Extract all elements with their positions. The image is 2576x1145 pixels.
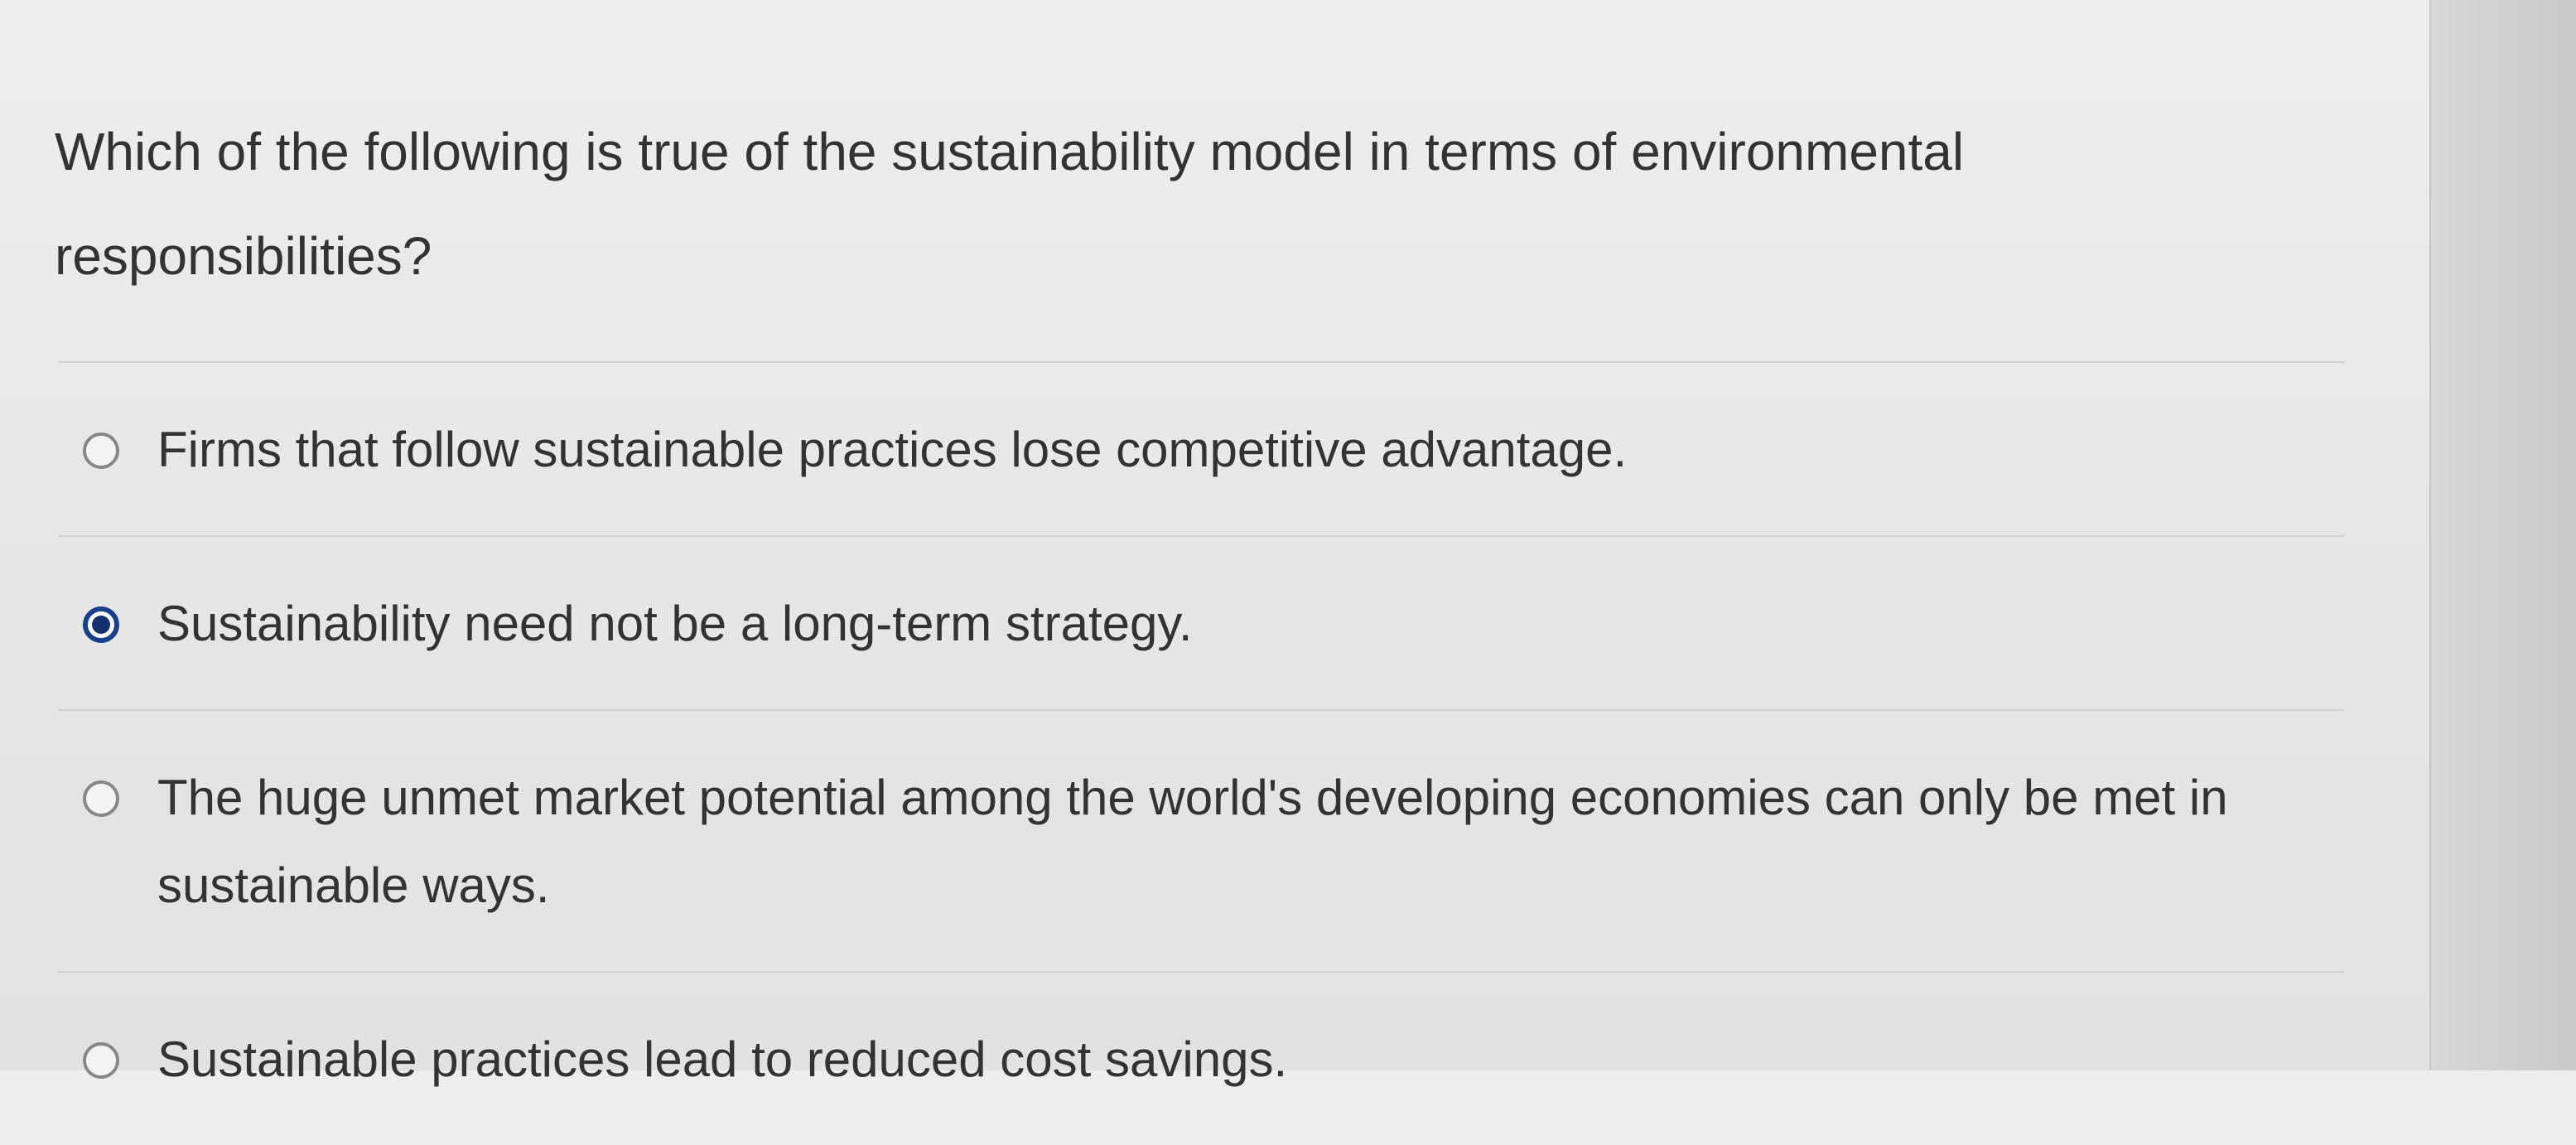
answer-option-label: The huge unmet market potential among th… (157, 770, 2228, 913)
answer-options: Firms that follow sustainable practices … (58, 361, 2344, 1145)
radio-button-selected[interactable] (83, 606, 119, 643)
question-text: Which of the following is true of the su… (55, 122, 1965, 286)
radio-button-unselected[interactable] (83, 1042, 119, 1079)
radio-button-unselected[interactable] (83, 780, 119, 817)
screen-bezel (2429, 0, 2576, 1070)
answer-option-4[interactable]: Sustainable practices lead to reduced co… (58, 971, 2344, 1145)
radio-button-unselected[interactable] (83, 432, 119, 469)
answer-option-1[interactable]: Firms that follow sustainable practices … (58, 361, 2344, 535)
answer-option-3[interactable]: The huge unmet market potential among th… (58, 709, 2344, 971)
quiz-screen: Which of the following is true of the su… (0, 0, 2431, 1087)
answer-option-label: Firms that follow sustainable practices … (157, 422, 1628, 477)
answer-option-2[interactable]: Sustainability need not be a long-term s… (58, 535, 2344, 709)
answer-option-label: Sustainability need not be a long-term s… (157, 596, 1193, 651)
answer-option-label: Sustainable practices lead to reduced co… (157, 1031, 1288, 1087)
